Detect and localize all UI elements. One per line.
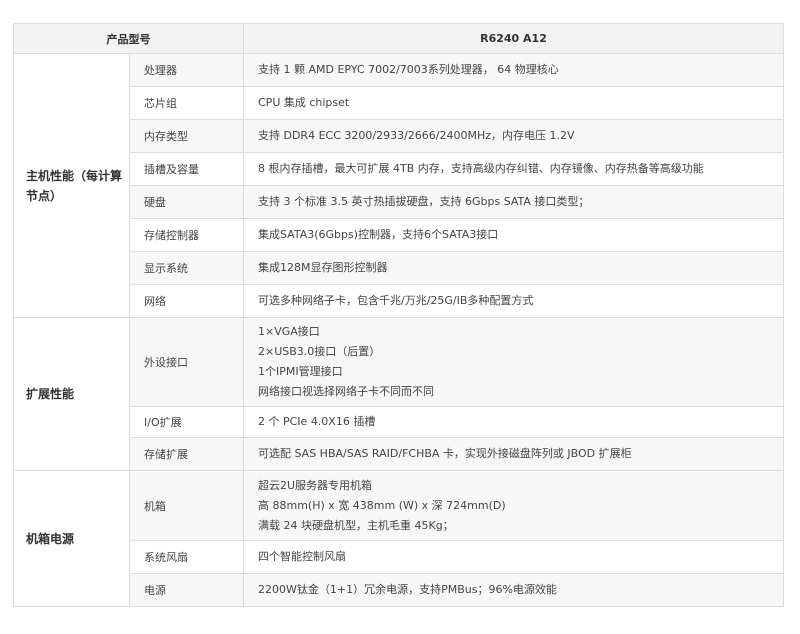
table-row: 存储扩展 可选配 SAS HBA/SAS RAID/FCHBA 卡，实现外接磁盘阵… [14, 437, 784, 471]
table-row: 内存类型 支持 DDR4 ECC 3200/2933/2666/2400MHz，内… [14, 119, 784, 153]
table-row: 显示系统 集成128M显存图形控制器 [14, 251, 784, 285]
table-row: 硬盘 支持 3 个标准 3.5 英寸热插拔硬盘，支持 6Gbps SATA 接口类… [14, 185, 784, 219]
model-label-cell: 产品型号 [13, 23, 244, 54]
spec-value-line: 可选多种网络子卡，包含千兆/万兆/25G/IB多种配置方式 [258, 294, 534, 307]
spec-name-cell: 网络 [129, 284, 244, 318]
spec-name-cell: 机箱 [129, 470, 244, 541]
spec-table: 产品型号 R6240 A12 主机性能（每计算节点） 处理器 支持 1 颗 AMD … [13, 23, 784, 607]
table-header-row: 产品型号 R6240 A12 [13, 23, 784, 54]
table-row: 存储控制器 集成SATA3(6Gbps)控制器，支持6个SATA3接口 [14, 218, 784, 252]
spec-value-line: 四个智能控制风扇 [258, 550, 346, 563]
table-row: I/O扩展 2 个 PCIe 4.0X16 插槽 [14, 406, 784, 438]
spec-value-cell: CPU 集成 chipset [243, 86, 784, 120]
spec-value-cell: 集成128M显存图形控制器 [243, 251, 784, 285]
spec-name-cell: 内存类型 [129, 119, 244, 153]
table-row: 插槽及容量 8 根内存插槽，最大可扩展 4TB 内存，支持高级内存纠错、内存镜像、… [14, 152, 784, 186]
group-label-cell: 主机性能（每计算节点） [13, 53, 130, 318]
spec-value-line: 高 88mm(H) x 宽 438mm (W) x 深 724mm(D) [258, 498, 506, 512]
group-label-cell: 机箱电源 [13, 470, 130, 607]
table-row: 扩展性能 外设接口 1×VGA接口 2×USB3.0接口（后置） 1个IPMI管理接口网… [13, 317, 784, 471]
spec-value-cell: 支持 3 个标准 3.5 英寸热插拔硬盘，支持 6Gbps SATA 接口类型； [243, 185, 784, 219]
spec-value-cell: 支持 1 颗 AMD EPYC 7002/7003系列处理器， 64 物理核心 [243, 53, 784, 87]
spec-value-line: 满载 24 块硬盘机型，主机毛重 45Kg； [258, 518, 454, 532]
spec-name-cell: 外设接口 [129, 317, 244, 407]
group-label-cell: 扩展性能 [13, 317, 130, 471]
spec-name-cell: 处理器 [129, 53, 244, 87]
table-row: 芯片组 CPU 集成 chipset [14, 86, 784, 120]
spec-name-cell: 芯片组 [129, 86, 244, 120]
spec-name-cell: 显示系统 [129, 251, 244, 285]
spec-value-cell: 可选多种网络子卡，包含千兆/万兆/25G/IB多种配置方式 [243, 284, 784, 318]
table-row: 机箱电源 机箱 超云2U服务器专用机箱高 88mm(H) x 宽 438mm (W)… [13, 470, 784, 607]
spec-value-cell: 2 个 PCIe 4.0X16 插槽 [243, 406, 784, 438]
spec-value-line: CPU 集成 chipset [258, 96, 350, 109]
spec-value-line: 超云2U服务器专用机箱 [258, 478, 373, 492]
table-row: 网络 可选多种网络子卡，包含千兆/万兆/25G/IB多种配置方式 [14, 284, 784, 318]
spec-name-cell: 电源 [129, 573, 244, 607]
spec-value-cell: 2200W钛金（1+1）冗余电源，支持PMBus；96%电源效能 [243, 573, 784, 607]
spec-value-line: 1个IPMI管理接口 [258, 365, 343, 378]
spec-value-line: 集成128M显存图形控制器 [258, 261, 388, 274]
spec-name-cell: 存储控制器 [129, 218, 244, 252]
spec-value-cell: 集成SATA3(6Gbps)控制器，支持6个SATA3接口 [243, 218, 784, 252]
model-value-cell: R6240 A12 [243, 23, 784, 54]
spec-value-line: 2×USB3.0接口（后置） [258, 345, 381, 358]
spec-table-body: 主机性能（每计算节点） 处理器 支持 1 颗 AMD EPYC 7002/7003系… [13, 53, 784, 607]
spec-value-cell: 超云2U服务器专用机箱高 88mm(H) x 宽 438mm (W) x 深 7… [243, 470, 784, 541]
spec-name-cell: I/O扩展 [129, 406, 244, 438]
spec-value-cell: 可选配 SAS HBA/SAS RAID/FCHBA 卡，实现外接磁盘阵列或 J… [243, 437, 784, 471]
spec-name-cell: 硬盘 [129, 185, 244, 219]
spec-value-line: 可选配 SAS HBA/SAS RAID/FCHBA 卡，实现外接磁盘阵列或 J… [258, 447, 632, 460]
spec-value-line: 2200W钛金（1+1）冗余电源，支持PMBus；96%电源效能 [258, 583, 557, 596]
spec-value-line: 支持 1 颗 AMD EPYC 7002/7003系列处理器， 64 物理核心 [258, 63, 559, 76]
spec-name-cell: 系统风扇 [129, 540, 244, 574]
spec-value-line: 支持 3 个标准 3.5 英寸热插拔硬盘，支持 6Gbps SATA 接口类型； [258, 195, 590, 208]
table-row: 主机性能（每计算节点） 处理器 支持 1 颗 AMD EPYC 7002/7003系… [13, 53, 784, 318]
spec-value-line: 1×VGA接口 [258, 325, 320, 338]
spec-value-line: 支持 DDR4 ECC 3200/2933/2666/2400MHz，内存电压 … [258, 129, 575, 142]
spec-value-line: 集成SATA3(6Gbps)控制器，支持6个SATA3接口 [258, 228, 499, 241]
spec-value-cell: 1×VGA接口 2×USB3.0接口（后置） 1个IPMI管理接口网络接口视选择网络… [243, 317, 784, 407]
spec-name-cell: 存储扩展 [129, 437, 244, 471]
table-row: 系统风扇 四个智能控制风扇 [14, 540, 784, 574]
spec-value-line: 网络接口视选择网络子卡不同而不同 [258, 385, 434, 398]
spec-value-line: 8 根内存插槽，最大可扩展 4TB 内存，支持高级内存纠错、内存镜像、内存热备等… [258, 162, 704, 175]
table-row: 电源 2200W钛金（1+1）冗余电源，支持PMBus；96%电源效能 [14, 573, 784, 607]
spec-value-cell: 支持 DDR4 ECC 3200/2933/2666/2400MHz，内存电压 … [243, 119, 784, 153]
spec-value-cell: 四个智能控制风扇 [243, 540, 784, 574]
spec-name-cell: 插槽及容量 [129, 152, 244, 186]
spec-value-line: 2 个 PCIe 4.0X16 插槽 [258, 415, 376, 428]
spec-value-cell: 8 根内存插槽，最大可扩展 4TB 内存，支持高级内存纠错、内存镜像、内存热备等… [243, 152, 784, 186]
